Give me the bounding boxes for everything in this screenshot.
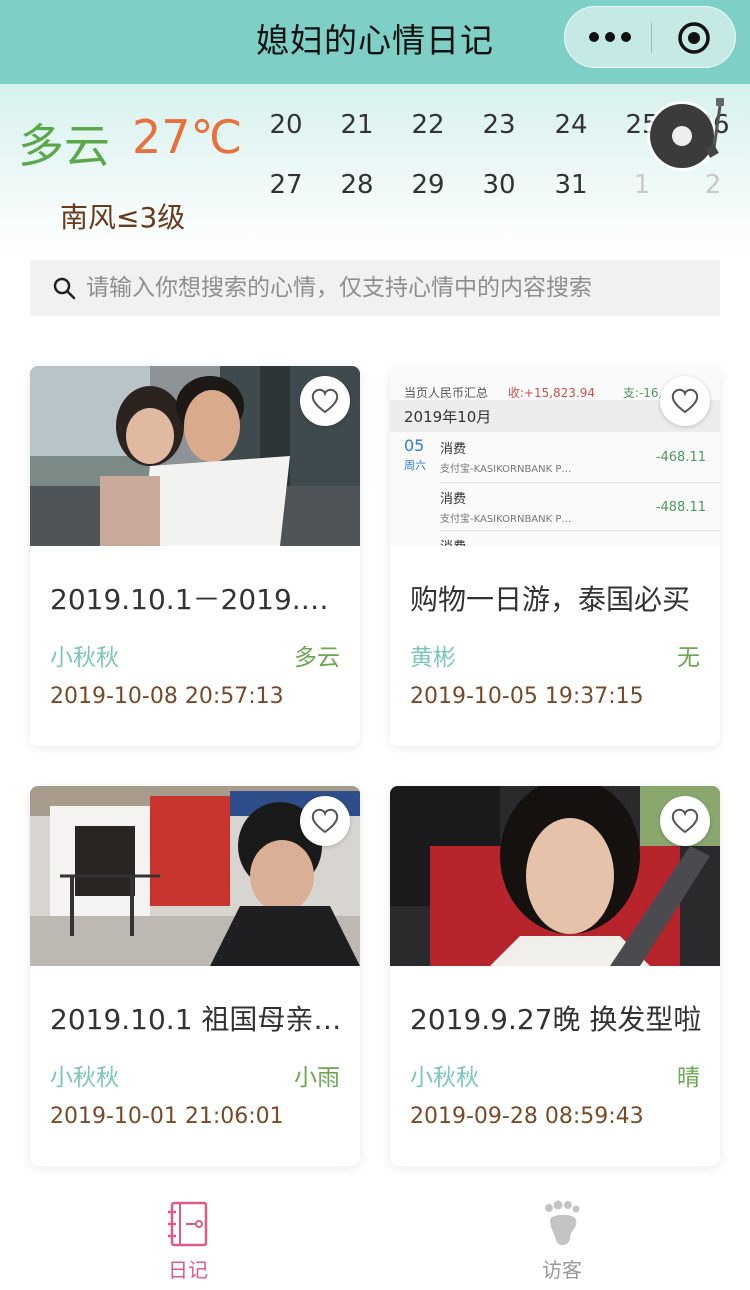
receipt-summary-label: 当页人民币汇总 bbox=[404, 386, 489, 400]
calendar-day[interactable]: 27 bbox=[256, 170, 316, 200]
calendar-day[interactable]: 22 bbox=[398, 110, 458, 140]
diary-card[interactable]: 2019.10.1－2019.10.8 小秋秋 多云 2019-10-08 20… bbox=[30, 366, 360, 746]
diary-card[interactable]: 2019.9.27晚 换发型啦 小秋秋 晴 2019-09-28 08:59:4… bbox=[390, 786, 720, 1166]
receipt-item-label: 消费 bbox=[440, 536, 466, 546]
diary-weather: 无 bbox=[677, 645, 700, 671]
music-disc-icon[interactable] bbox=[650, 98, 724, 168]
tab-diary-label: 日记 bbox=[168, 1258, 208, 1282]
tab-diary[interactable]: 日记 bbox=[88, 1180, 288, 1290]
diary-card[interactable]: 2019.10.1 祖国母亲生日快乐 小秋秋 小雨 2019-10-01 21:… bbox=[30, 786, 360, 1166]
diary-date: 2019-10-05 19:37:15 bbox=[410, 684, 644, 709]
calendar-day[interactable]: 28 bbox=[327, 170, 387, 200]
diary-weather: 晴 bbox=[677, 1065, 700, 1091]
diary-author: 黄彬 bbox=[410, 645, 456, 671]
weather-temperature: 27℃ bbox=[132, 110, 243, 164]
diary-title: 2019.10.1 祖国母亲生日快乐 bbox=[50, 1003, 342, 1036]
calendar-day[interactable]: 24 bbox=[541, 110, 601, 140]
tonearm-icon bbox=[705, 98, 724, 158]
receipt-day: 05 周六 bbox=[404, 436, 426, 473]
nav-bar: 媳妇的心情日记 bbox=[0, 0, 750, 84]
receipt-weekday: 周六 bbox=[404, 459, 426, 472]
heart-icon bbox=[671, 388, 699, 414]
diary-date: 2019-10-01 21:06:01 bbox=[50, 1104, 284, 1129]
receipt-summary: 当页人民币汇总 收:+15,823.94 支:-16,295 bbox=[404, 384, 685, 401]
receipt-income: 收:+15,823.94 bbox=[507, 386, 596, 400]
calendar-day[interactable]: 23 bbox=[469, 110, 529, 140]
heart-icon bbox=[671, 808, 699, 834]
favorite-button[interactable] bbox=[660, 796, 710, 846]
tab-visitors-label: 访客 bbox=[542, 1258, 582, 1282]
diary-weather: 小雨 bbox=[294, 1065, 340, 1091]
favorite-button[interactable] bbox=[300, 796, 350, 846]
receipt-item-desc: 支付宝-KASIKORNBANK P… bbox=[440, 514, 572, 525]
calendar-day[interactable]: 20 bbox=[256, 110, 316, 140]
more-dots-icon[interactable] bbox=[587, 7, 633, 69]
footprint-icon bbox=[545, 1200, 580, 1246]
notebook-icon bbox=[168, 1201, 208, 1247]
diary-date: 2019-09-28 08:59:43 bbox=[410, 1104, 644, 1129]
mini-program-capsule bbox=[564, 6, 736, 68]
receipt-item-amount: -488.11 bbox=[655, 500, 706, 515]
weather-wind: 南风≤3级 bbox=[60, 201, 186, 234]
diary-title: 购物一日游，泰国必买 bbox=[410, 583, 691, 616]
calendar-day[interactable]: 30 bbox=[469, 170, 529, 200]
receipt-item-label: 消费 bbox=[440, 442, 467, 457]
diary-card[interactable]: 当页人民币汇总 收:+15,823.94 支:-16,295 2019年10月 … bbox=[390, 366, 720, 746]
receipt-item-desc: 支付宝-KASIKORNBANK P… bbox=[440, 464, 572, 475]
diary-author: 小秋秋 bbox=[410, 1065, 479, 1091]
receipt-divider bbox=[440, 530, 720, 531]
calendar-day[interactable]: 31 bbox=[541, 170, 601, 200]
receipt-item-label: 消费 bbox=[440, 492, 467, 507]
disc-center bbox=[672, 126, 692, 146]
tab-bar: 日记 访客 bbox=[0, 1180, 750, 1290]
calendar-day-next-month[interactable]: 1 bbox=[612, 170, 672, 200]
search-bar bbox=[30, 260, 720, 316]
diary-author: 小秋秋 bbox=[50, 645, 119, 671]
diary-author: 小秋秋 bbox=[50, 1065, 119, 1091]
calendar-day[interactable]: 21 bbox=[327, 110, 387, 140]
diary-date: 2019-10-08 20:57:13 bbox=[50, 684, 284, 709]
search-icon bbox=[53, 277, 76, 300]
diary-weather: 多云 bbox=[294, 645, 340, 671]
favorite-button[interactable] bbox=[300, 376, 350, 426]
calendar-day[interactable]: 29 bbox=[398, 170, 458, 200]
heart-icon bbox=[311, 808, 339, 834]
receipt-item-amount: -468.11 bbox=[655, 450, 706, 465]
favorite-button[interactable] bbox=[660, 376, 710, 426]
calendar-day-next-month[interactable]: 2 bbox=[683, 170, 743, 200]
receipt-divider bbox=[440, 482, 720, 483]
diary-title: 2019.9.27晚 换发型啦 bbox=[410, 1003, 702, 1036]
weather-condition: 多云 bbox=[18, 119, 110, 173]
tab-visitors[interactable]: 访客 bbox=[462, 1180, 662, 1290]
diary-title: 2019.10.1－2019.10.8 bbox=[50, 583, 342, 616]
heart-icon bbox=[311, 388, 339, 414]
receipt-day-number: 05 bbox=[404, 436, 425, 455]
target-icon[interactable] bbox=[677, 21, 711, 55]
capsule-divider bbox=[651, 23, 652, 53]
search-input[interactable] bbox=[86, 260, 706, 316]
